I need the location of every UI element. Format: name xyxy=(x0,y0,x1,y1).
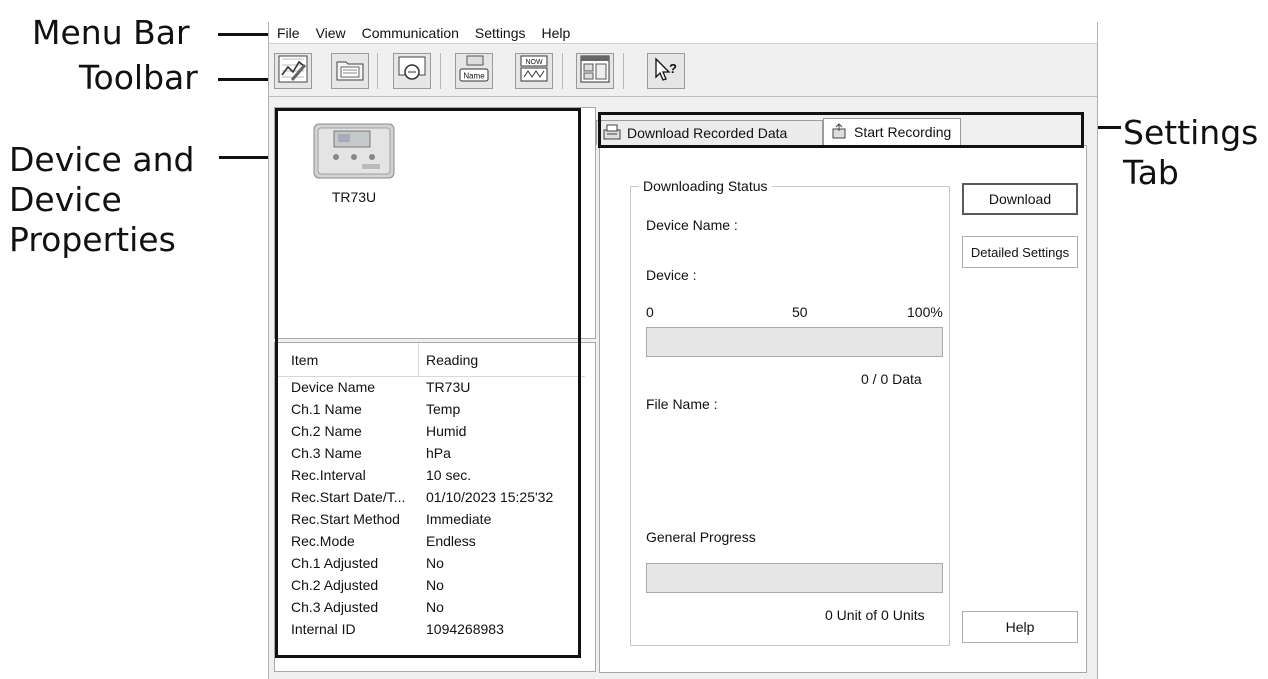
settings-panel-icon xyxy=(580,55,610,88)
file-name-field-label: File Name : xyxy=(646,396,718,412)
general-progress-bar xyxy=(646,563,943,593)
callout-settings-line2: Tab xyxy=(1123,153,1179,192)
menu-settings[interactable]: Settings xyxy=(475,25,526,41)
device-progress-bar xyxy=(646,327,943,357)
monitor-search-button[interactable] xyxy=(393,53,431,89)
download-button[interactable]: Download xyxy=(962,183,1078,215)
menu-view[interactable]: View xyxy=(316,25,346,41)
current-readings-icon: NOW xyxy=(519,55,549,88)
application-window: File View Communication Settings Help Na… xyxy=(268,22,1098,679)
device-name-badge: Name xyxy=(463,71,485,80)
help-cursor-button[interactable]: ? xyxy=(647,53,685,89)
callout-device-line1: Device and xyxy=(9,140,195,179)
toolbar: Name NOW ? xyxy=(269,45,1097,97)
device-name-button[interactable]: Name xyxy=(455,53,493,89)
menu-communication[interactable]: Communication xyxy=(362,25,459,41)
callout-toolbar: Toolbar xyxy=(79,58,198,97)
graph-icon xyxy=(278,55,308,88)
folder-icon xyxy=(335,55,365,88)
device-field-label: Device : xyxy=(646,267,697,283)
scale-mid-label: 50 xyxy=(792,304,808,320)
menu-help[interactable]: Help xyxy=(542,25,571,41)
group-title: Downloading Status xyxy=(639,178,772,194)
scale-max-label: 100% xyxy=(907,304,943,320)
device-name-icon: Name xyxy=(459,55,489,88)
open-folder-button[interactable] xyxy=(331,53,369,89)
data-count-label: 0 / 0 Data xyxy=(861,371,922,387)
callout-menu-bar: Menu Bar xyxy=(32,13,190,52)
menu-file[interactable]: File xyxy=(277,25,300,41)
current-readings-button[interactable]: NOW xyxy=(515,53,553,89)
highlight-device-properties xyxy=(275,108,581,658)
scale-min-label: 0 xyxy=(646,304,654,320)
device-name-field-label: Device Name : xyxy=(646,217,738,233)
callout-device-properties-line xyxy=(219,156,275,159)
general-progress-label: General Progress xyxy=(646,529,756,545)
toolbar-separator xyxy=(623,53,624,89)
highlight-settings-tab xyxy=(598,112,1084,148)
downloading-status-group: Downloading Status Device Name : Device … xyxy=(630,178,950,646)
units-count-label: 0 Unit of 0 Units xyxy=(825,607,925,623)
monitor-search-icon xyxy=(397,55,427,88)
callout-device-line3: Properties xyxy=(9,220,176,259)
graph-button[interactable] xyxy=(274,53,312,89)
callout-settings-tab: Settings Tab xyxy=(1123,113,1258,193)
menu-bar: File View Communication Settings Help xyxy=(269,22,1097,44)
svg-text:?: ? xyxy=(669,61,677,76)
callout-settings-line1: Settings xyxy=(1123,113,1259,152)
toolbar-separator xyxy=(377,53,378,89)
help-button[interactable]: Help xyxy=(962,611,1078,643)
callout-device-line2: Device xyxy=(9,180,122,219)
callout-menu-bar-line xyxy=(218,33,268,36)
download-tab-panel: Downloading Status Device Name : Device … xyxy=(599,145,1087,673)
toolbar-separator xyxy=(562,53,563,89)
settings-panel-button[interactable] xyxy=(576,53,614,89)
callout-device-properties: Device and Device Properties xyxy=(9,140,194,260)
detailed-settings-button[interactable]: Detailed Settings xyxy=(962,236,1078,268)
callout-toolbar-line xyxy=(218,78,268,81)
now-badge: NOW xyxy=(525,59,543,66)
help-cursor-icon: ? xyxy=(651,55,681,88)
toolbar-separator xyxy=(440,53,441,89)
